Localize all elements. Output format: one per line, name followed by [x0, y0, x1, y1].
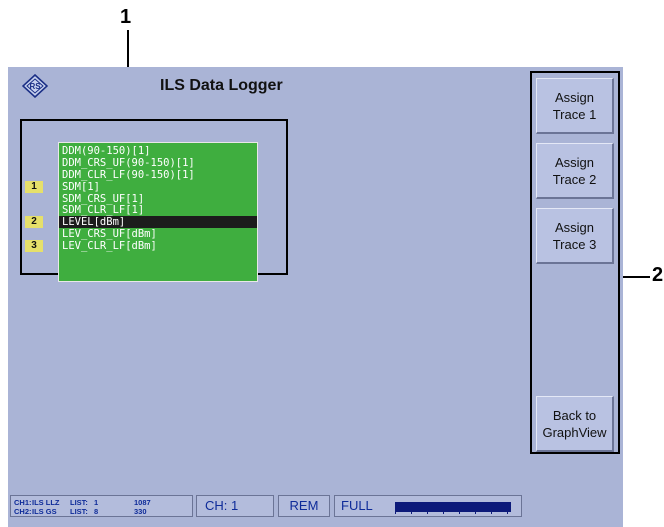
svg-text:RS: RS — [29, 82, 41, 91]
assign-trace-2-button[interactable]: Assign Trace 2 — [536, 143, 614, 199]
trace-marker-3: 3 — [25, 240, 43, 253]
channel-value: 1 — [231, 498, 239, 513]
callout-label-2: 2 — [652, 264, 664, 286]
back-to-graphview-button[interactable]: Back to GraphView — [536, 396, 614, 452]
trace-list-item[interactable]: LEV_CLR_LF[dBm] — [59, 240, 257, 252]
ch2-count: 330 — [134, 507, 147, 516]
trace-marker-1: 1 — [25, 180, 43, 193]
trace-list-item[interactable]: DDM_CRS_UF(90-150)[1] — [59, 157, 257, 169]
trace-list-item[interactable]: SDM[1] — [59, 181, 257, 193]
channel-label: CH: — [205, 498, 228, 513]
trace-marker-2: 2 — [25, 216, 43, 229]
assign-trace-1-button[interactable]: Assign Trace 1 — [536, 78, 614, 134]
assign-trace-3-button[interactable]: Assign Trace 3 — [536, 208, 614, 264]
ch1-list-label: LIST: — [70, 498, 88, 507]
status-bar: CH1: ILS LLZ LIST: 1 1087 CH2: ILS GS LI… — [8, 487, 523, 521]
ch2-mode: ILS GS — [32, 507, 57, 516]
callout-line-2 — [622, 276, 650, 278]
memory-status: FULL — [334, 495, 522, 517]
ch2-list-value: 8 — [94, 507, 99, 516]
trace-list-item[interactable]: SDM_CLR_LF[1] — [59, 204, 257, 217]
memory-full-label: FULL — [341, 498, 373, 513]
remote-indicator: REM — [278, 495, 330, 517]
callout-label-1: 1 — [120, 6, 132, 28]
page-title: ILS Data Logger — [160, 77, 283, 94]
channel-info: CH1: ILS LLZ LIST: 1 1087 CH2: ILS GS LI… — [10, 495, 193, 517]
ch2-label: CH2: — [14, 507, 32, 516]
softkey-panel: Assign Trace 1 Assign Trace 2 Assign Tra… — [530, 71, 620, 454]
ch2-list-label: LIST: — [70, 507, 88, 516]
rohde-schwarz-logo-icon: RS — [22, 74, 48, 98]
channel-indicator: CH: 1 — [196, 495, 274, 517]
trace-list-item[interactable]: LEVEL[dBm] — [59, 216, 257, 228]
trace-list[interactable]: DDM(90-150)[1] DDM_CRS_UF(90-150)[1] DDM_C… — [58, 142, 258, 282]
remote-label: REM — [289, 498, 319, 513]
ch1-count: 1087 — [134, 498, 151, 507]
memory-level-ticks — [395, 511, 511, 514]
trace-list-item[interactable]: DDM_CLR_LF(90-150)[1] — [59, 169, 257, 181]
trace-list-item[interactable]: SDM_CRS_UF[1] — [59, 193, 257, 205]
trace-list-item[interactable]: DDM(90-150)[1] — [59, 145, 257, 157]
ch1-list-value: 1 — [94, 498, 99, 507]
ch1-mode: ILS LLZ — [32, 498, 60, 507]
ch1-label: CH1: — [14, 498, 32, 507]
trace-list-item[interactable]: LEV_CRS_UF[dBm] — [59, 228, 257, 240]
instrument-screen: RS ILS Data Logger DDM(90-150)[1] DDM_CRS… — [8, 67, 623, 527]
